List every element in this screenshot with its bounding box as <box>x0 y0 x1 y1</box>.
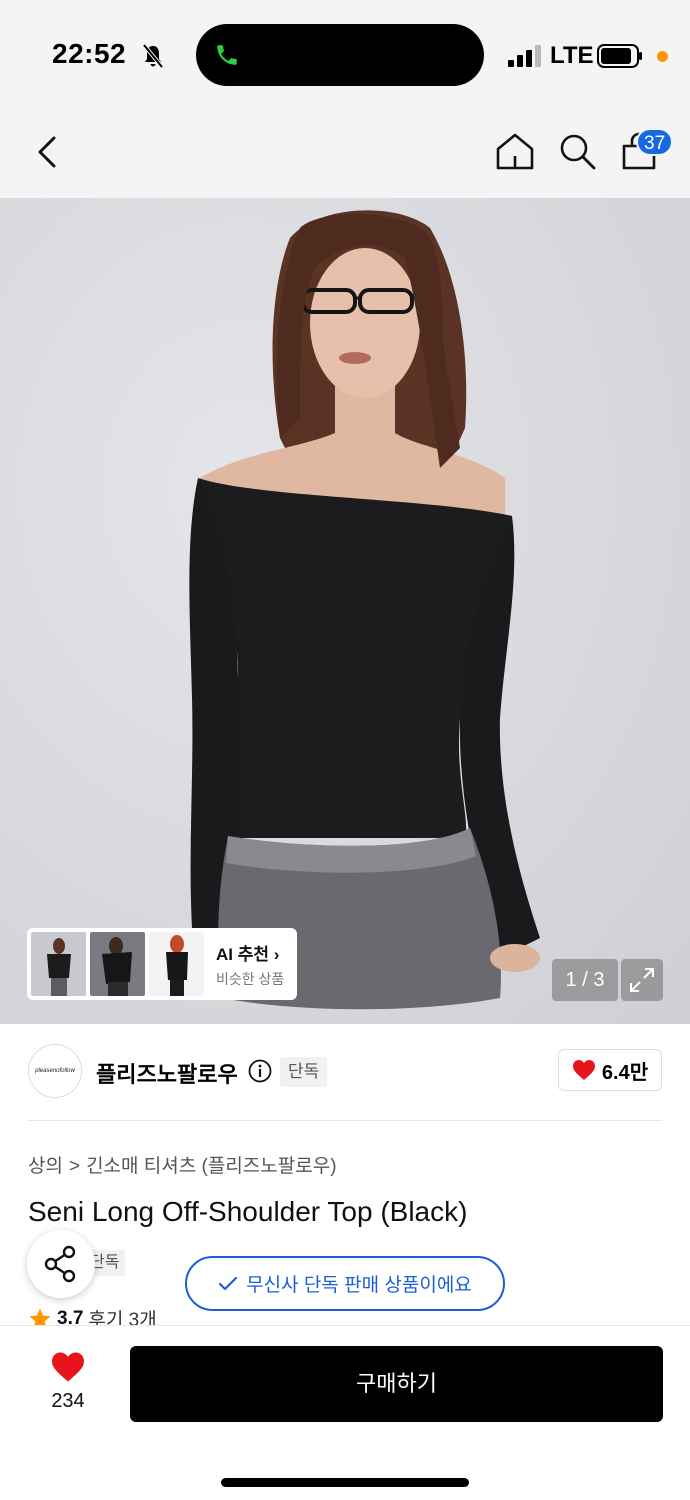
product-title: Seni Long Off-Shoulder Top (Black) <box>28 1196 468 1227</box>
bell-muted-icon <box>142 43 164 69</box>
ai-recommend-subtitle: 비슷한 상품 <box>216 970 285 987</box>
ai-thumb-2[interactable] <box>90 932 145 996</box>
ai-thumb-3[interactable] <box>149 932 204 996</box>
privacy-indicator-dot <box>657 51 668 62</box>
bottom-purchase-bar: 234 구매하기 <box>0 1325 690 1500</box>
model-photo <box>0 198 690 1024</box>
share-icon <box>44 1245 76 1283</box>
share-button[interactable] <box>27 1230 95 1298</box>
brand-like-count: 6.4만 <box>601 1061 649 1084</box>
ai-recommend-title: AI 추천 › <box>216 944 280 964</box>
back-arrow-icon[interactable] <box>30 132 66 172</box>
heart-icon <box>572 1060 595 1080</box>
expand-icon[interactable] <box>621 959 663 1001</box>
exclusive-tag: 단독 <box>280 1057 328 1087</box>
home-icon[interactable] <box>494 130 536 172</box>
status-bar: 22:52 LTE <box>0 0 690 110</box>
breadcrumb-category[interactable]: 상의 <box>28 1156 63 1177</box>
product-image[interactable] <box>0 198 690 1024</box>
battery-icon <box>597 44 642 68</box>
heart-icon <box>52 1352 84 1382</box>
brand-like-button[interactable]: 6.4만 <box>558 1049 662 1091</box>
search-icon[interactable] <box>556 130 598 172</box>
cart-count-badge: 37 <box>636 128 674 156</box>
phone-call-icon <box>217 45 237 65</box>
brand-row: pleasenofollow 플리즈노팔로우 단독 6.4만 <box>28 1044 662 1100</box>
breadcrumb: 상의 > 긴소매 티셔츠 (플리즈노팔로우) <box>28 1151 337 1178</box>
image-page-indicator: 1 / 3 <box>552 959 618 1001</box>
check-icon <box>219 1276 238 1290</box>
brand-logo[interactable]: pleasenofollow <box>28 1044 82 1098</box>
signal-icon <box>508 45 541 67</box>
like-button[interactable]: 234 <box>38 1351 98 1421</box>
dynamic-island[interactable] <box>196 24 484 86</box>
exclusive-toast: 무신사 단독 판매 상품이에요 <box>185 1256 505 1311</box>
toast-text: 무신사 단독 판매 상품이에요 <box>246 1275 472 1296</box>
status-time: 22:52 <box>52 38 127 69</box>
home-indicator[interactable] <box>221 1478 469 1487</box>
buy-button[interactable]: 구매하기 <box>130 1346 663 1422</box>
brand-logo-text: pleasenofollow <box>35 1068 75 1074</box>
breadcrumb-separator: > <box>68 1156 81 1177</box>
info-icon[interactable] <box>248 1059 272 1083</box>
brand-name[interactable]: 플리즈노팔로우 <box>96 1057 238 1089</box>
network-type: LTE <box>550 42 594 69</box>
top-nav <box>0 110 690 198</box>
breadcrumb-subcategory[interactable]: 긴소매 티셔츠 (플리즈노팔로우) <box>86 1156 336 1177</box>
ai-recommend-card[interactable]: AI 추천 › 비슷한 상품 <box>27 928 297 1000</box>
ai-thumb-1[interactable] <box>31 932 86 996</box>
like-count: 234 <box>51 1390 85 1412</box>
divider <box>28 1120 662 1121</box>
